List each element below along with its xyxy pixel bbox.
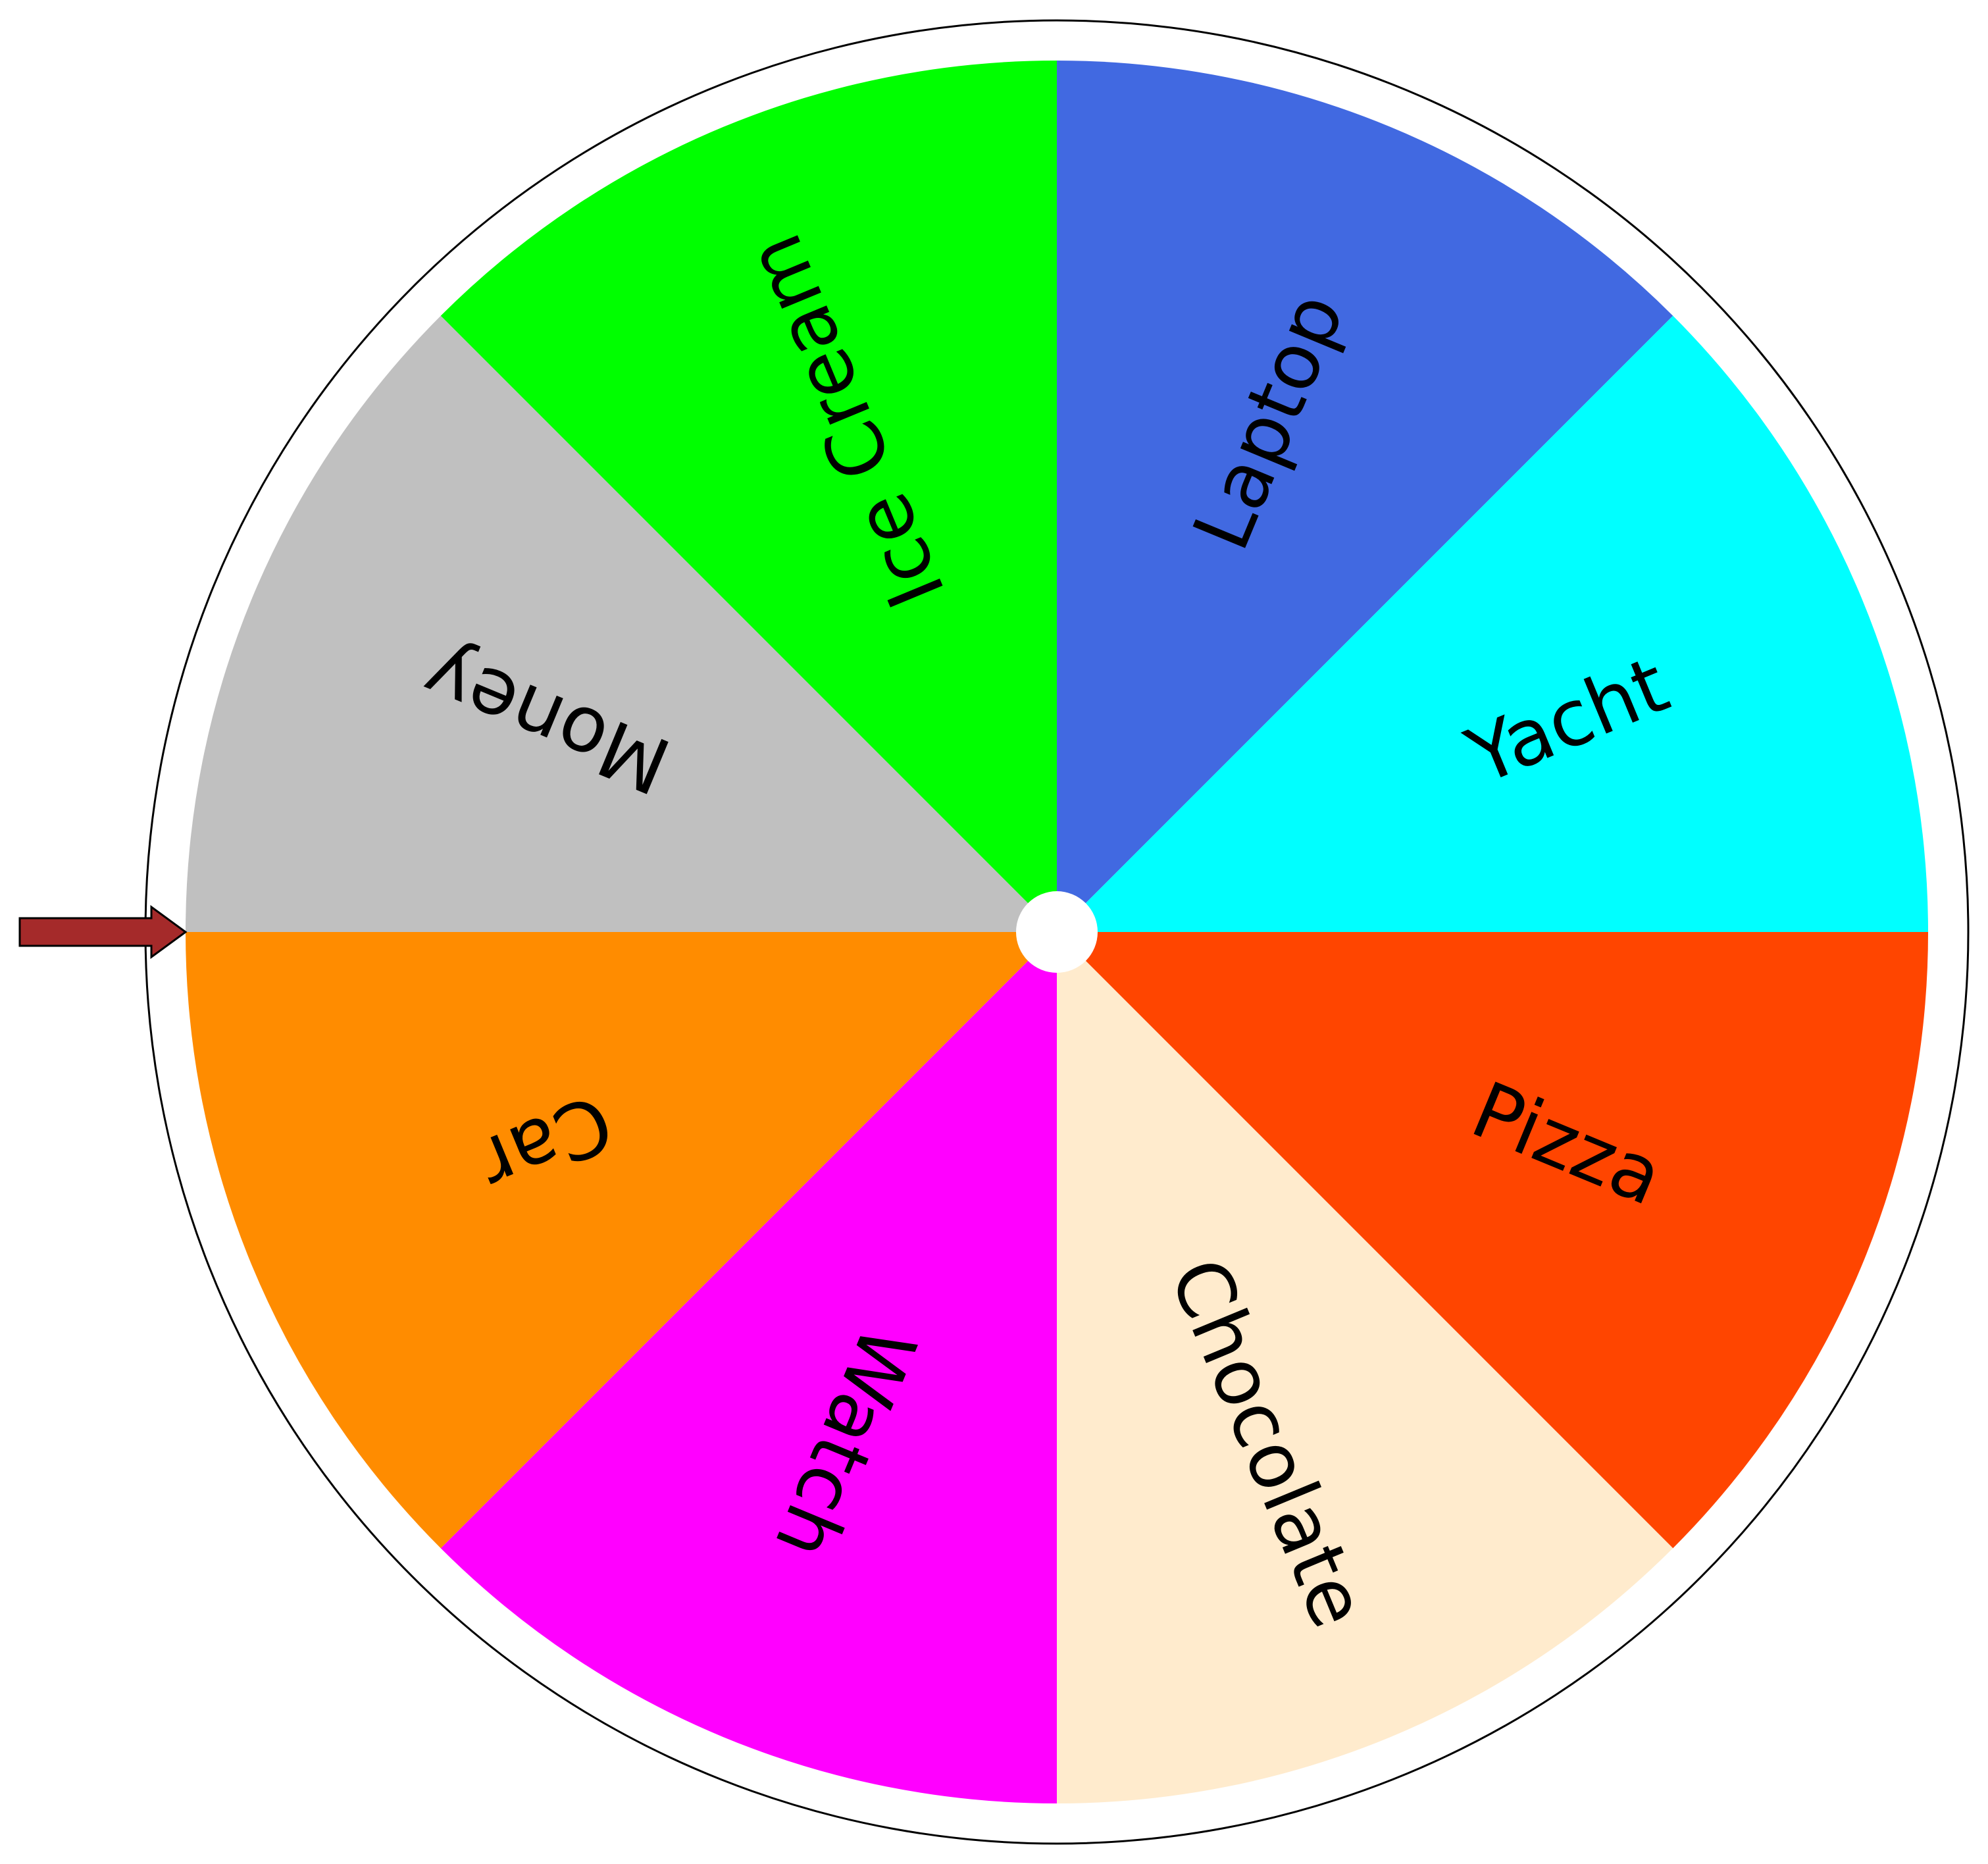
prize-wheel[interactable]: LaptopYachtPizzaChocolateWatchCarMoneyIc…: [0, 0, 1988, 1864]
pointer-arrow-icon: [18, 905, 188, 959]
wheel-hub: [1016, 891, 1098, 973]
arrow-right-icon: [18, 905, 188, 959]
